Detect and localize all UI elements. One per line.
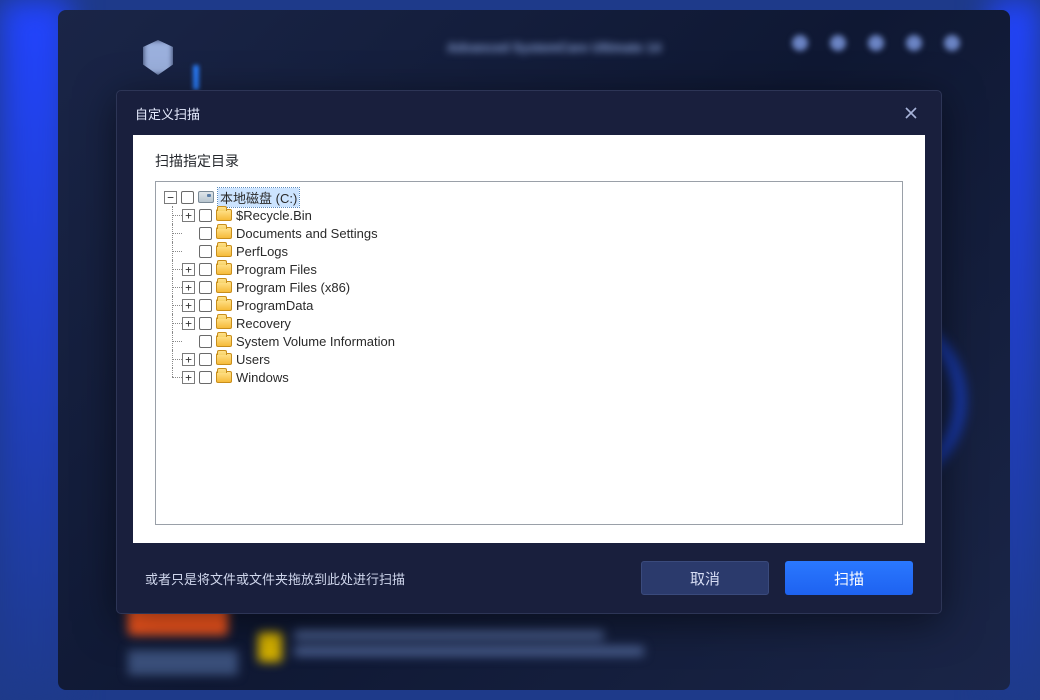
folder-icon xyxy=(216,281,232,293)
node-label[interactable]: Program Files xyxy=(236,262,317,277)
directory-tree[interactable]: 本地磁盘 (C:)$Recycle.Bin Documents and Setti… xyxy=(155,181,903,525)
bg-app-title: Advanced SystemCare Ultimate 14 xyxy=(447,40,661,55)
checkbox[interactable] xyxy=(199,335,212,348)
expand-icon[interactable] xyxy=(182,281,195,294)
tree-folder-node[interactable]: Windows xyxy=(164,368,894,386)
checkbox[interactable] xyxy=(199,353,212,366)
bg-bottom-bar xyxy=(128,650,238,675)
cancel-button[interactable]: 取消 xyxy=(641,561,769,595)
checkbox[interactable] xyxy=(199,245,212,258)
close-button[interactable] xyxy=(899,101,923,125)
node-label[interactable]: $Recycle.Bin xyxy=(236,208,312,223)
folder-icon xyxy=(216,299,232,311)
node-label[interactable]: Program Files (x86) xyxy=(236,280,350,295)
bg-info-text xyxy=(258,630,658,665)
folder-icon xyxy=(216,335,232,347)
tree-folder-node[interactable]: $Recycle.Bin xyxy=(164,206,894,224)
expand-icon[interactable] xyxy=(182,353,195,366)
tree-folder-node[interactable]: System Volume Information xyxy=(164,332,894,350)
checkbox[interactable] xyxy=(199,281,212,294)
checkbox[interactable] xyxy=(199,263,212,276)
node-label[interactable]: ProgramData xyxy=(236,298,313,313)
footer-buttons: 取消 扫描 xyxy=(641,561,913,595)
folder-icon xyxy=(216,209,232,221)
folder-icon xyxy=(216,317,232,329)
node-label[interactable]: Users xyxy=(236,352,270,367)
tree-folder-node[interactable]: Users xyxy=(164,350,894,368)
checkbox[interactable] xyxy=(199,371,212,384)
drag-drop-hint: 或者只是将文件或文件夹拖放到此处进行扫描 xyxy=(145,569,405,588)
tree-folder-node[interactable]: Program Files (x86) xyxy=(164,278,894,296)
tree-folder-node[interactable]: Program Files xyxy=(164,260,894,278)
checkbox[interactable] xyxy=(199,209,212,222)
checkbox[interactable] xyxy=(199,227,212,240)
section-label: 扫描指定目录 xyxy=(155,151,903,171)
bg-window-controls xyxy=(792,35,960,51)
tree-root-node[interactable]: 本地磁盘 (C:) xyxy=(164,188,894,206)
collapse-icon[interactable] xyxy=(164,191,177,204)
tree-folder-node[interactable]: ProgramData xyxy=(164,296,894,314)
custom-scan-dialog: 自定义扫描 扫描指定目录 本地磁盘 (C:)$Recycle.Bin Docume… xyxy=(116,90,942,614)
folder-icon xyxy=(216,245,232,257)
dialog-header: 自定义扫描 xyxy=(117,91,941,135)
folder-icon xyxy=(216,227,232,239)
folder-icon xyxy=(216,353,232,365)
node-label[interactable]: Documents and Settings xyxy=(236,226,378,241)
close-icon xyxy=(905,107,917,119)
checkbox[interactable] xyxy=(199,317,212,330)
dialog-title: 自定义扫描 xyxy=(135,104,200,123)
expand-icon[interactable] xyxy=(182,317,195,330)
checkbox[interactable] xyxy=(199,299,212,312)
expand-icon[interactable] xyxy=(182,371,195,384)
dialog-body: 扫描指定目录 本地磁盘 (C:)$Recycle.Bin Documents an… xyxy=(133,135,925,543)
folder-icon xyxy=(216,263,232,275)
disk-icon xyxy=(198,191,214,203)
node-label[interactable]: Recovery xyxy=(236,316,291,331)
tree-folder-node[interactable]: PerfLogs xyxy=(164,242,894,260)
expand-icon[interactable] xyxy=(182,299,195,312)
scan-button[interactable]: 扫描 xyxy=(785,561,913,595)
expand-icon[interactable] xyxy=(182,263,195,276)
node-label[interactable]: Windows xyxy=(236,370,289,385)
node-label[interactable]: 本地磁盘 (C:) xyxy=(218,188,299,207)
node-label[interactable]: System Volume Information xyxy=(236,334,395,349)
folder-icon xyxy=(216,371,232,383)
expand-icon[interactable] xyxy=(182,209,195,222)
dialog-footer: 或者只是将文件或文件夹拖放到此处进行扫描 取消 扫描 xyxy=(117,543,941,613)
bg-shield-icon xyxy=(143,40,173,75)
bg-tab-indicator xyxy=(193,65,199,90)
checkbox[interactable] xyxy=(181,191,194,204)
tree-folder-node[interactable]: Documents and Settings xyxy=(164,224,894,242)
node-label[interactable]: PerfLogs xyxy=(236,244,288,259)
tree-folder-node[interactable]: Recovery xyxy=(164,314,894,332)
